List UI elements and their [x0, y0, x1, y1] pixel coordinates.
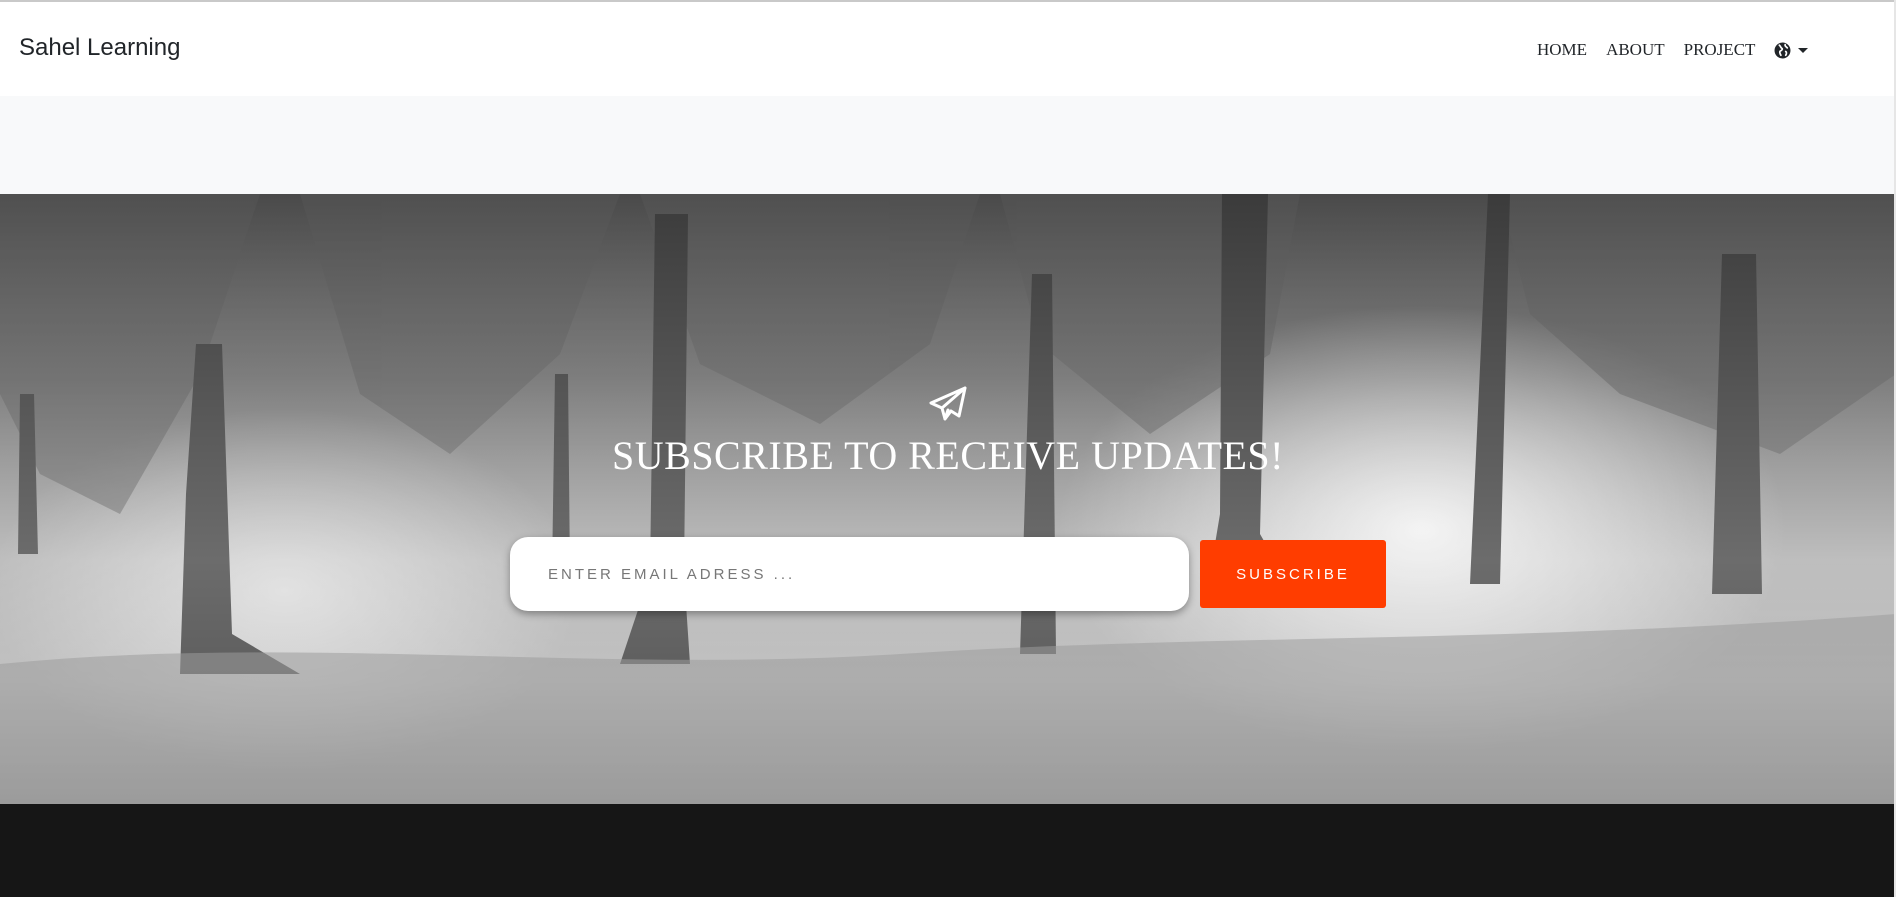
- brand-logo[interactable]: Sahel Learning: [19, 34, 180, 62]
- subscribe-hero: SUBSCRIBE TO RECEIVE UPDATES! SUBSCRIBE: [0, 194, 1896, 804]
- nav-home[interactable]: HOME: [1537, 40, 1587, 60]
- footer: [0, 804, 1896, 897]
- hero-title: SUBSCRIBE TO RECEIVE UPDATES!: [612, 433, 1284, 478]
- header-spacer-band: [0, 96, 1896, 194]
- email-input[interactable]: [510, 537, 1189, 611]
- navbar: Sahel Learning HOME ABOUT PROJECT: [0, 2, 1896, 96]
- language-dropdown[interactable]: [1774, 42, 1809, 59]
- forest-background-image: [0, 194, 1896, 804]
- paper-plane-icon: [929, 386, 967, 421]
- nav-about[interactable]: ABOUT: [1606, 40, 1665, 60]
- chevron-down-icon: [1798, 48, 1809, 53]
- subscribe-button[interactable]: SUBSCRIBE: [1200, 540, 1386, 608]
- globe-icon: [1774, 42, 1791, 58]
- nav-project[interactable]: PROJECT: [1684, 40, 1756, 60]
- main-nav: HOME ABOUT PROJECT: [1537, 40, 1809, 60]
